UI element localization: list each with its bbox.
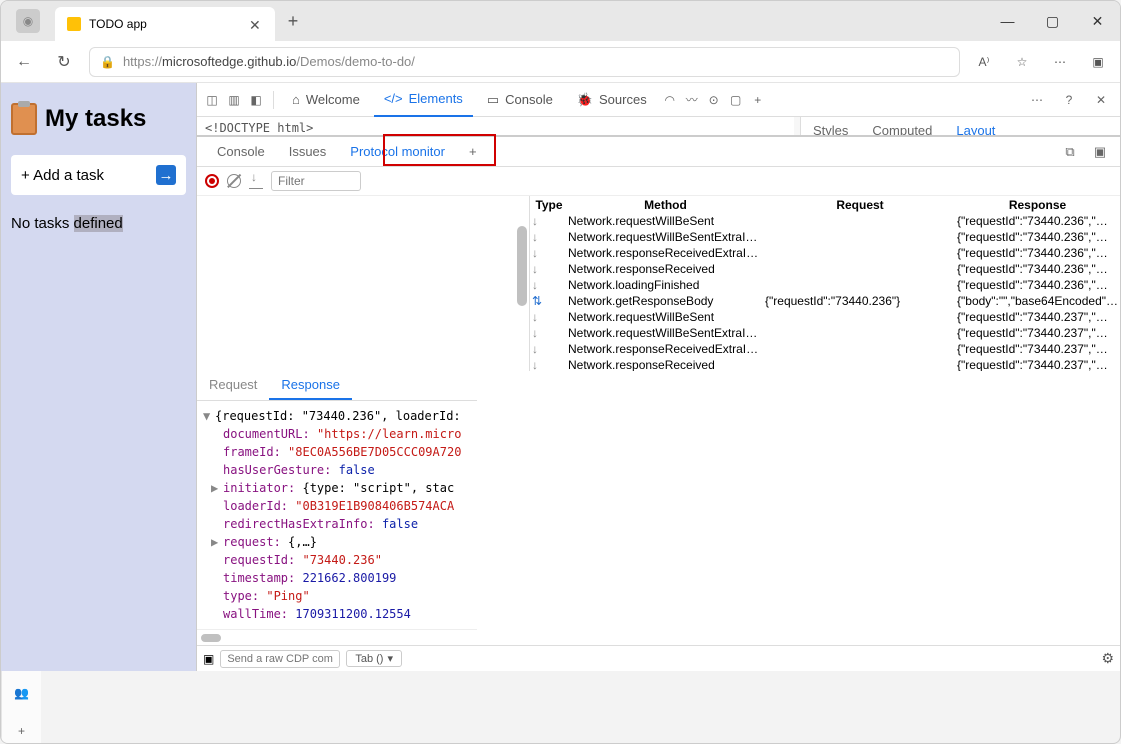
perf-icon[interactable]: 〰	[683, 91, 701, 109]
clipboard-icon	[11, 103, 37, 135]
tab-elements[interactable]: </>Elements	[374, 83, 473, 117]
maximize-button[interactable]: ▢	[1030, 1, 1075, 41]
sidebar-add-icon[interactable]: +	[10, 719, 34, 743]
elements-icon: </>	[384, 91, 403, 106]
styles-pane: Styles Computed Layout ▼ Grid Overlay di…	[800, 117, 1120, 135]
table-row[interactable]: ↓Network.responseReceivedExtraI…{"reques…	[532, 246, 1118, 260]
favicon-icon	[67, 17, 81, 31]
clear-button[interactable]	[227, 174, 241, 188]
titlebar: ◉ TODO app ✕ + — ▢ ✕	[1, 1, 1120, 41]
device-icon[interactable]: ▥	[225, 91, 243, 109]
save-button[interactable]	[249, 173, 263, 189]
teams-icon[interactable]: 👥	[10, 681, 34, 705]
rendered-page: My tasks + Add a task → No tasks defined	[1, 83, 196, 671]
sources-icon: 🐞	[577, 92, 593, 108]
browser-tab[interactable]: TODO app ✕	[55, 7, 275, 41]
favorite-icon[interactable]: ☆	[1008, 48, 1036, 76]
table-row[interactable]: ↓Network.requestWillBeSent{"requestId":"…	[532, 310, 1118, 324]
table-row[interactable]: ↓Network.loadingFinished{"requestId":"73…	[532, 278, 1118, 292]
console-icon[interactable]: ▣	[203, 652, 214, 666]
col-type[interactable]: Type	[532, 198, 566, 212]
table-row[interactable]: ↓Network.responseReceived{"requestId":"7…	[532, 358, 1118, 371]
table-row[interactable]: ↓Network.requestWillBeSentExtraI…{"reque…	[532, 230, 1118, 244]
settings-gear-icon[interactable]: ⚙	[1101, 650, 1114, 667]
new-tab-button[interactable]: +	[279, 7, 307, 35]
sidebar-toggle-icon[interactable]: ▣	[1084, 48, 1112, 76]
record-button[interactable]	[205, 174, 219, 188]
table-row[interactable]: ⇅Network.getResponseBody{"requestId":"73…	[532, 294, 1118, 308]
tab-console[interactable]: ▭Console	[477, 83, 563, 117]
drawer-dock-icon[interactable]: ▣	[1088, 141, 1112, 163]
menu-icon[interactable]: ⋯	[1046, 48, 1074, 76]
tab-title: TODO app	[89, 17, 147, 31]
filter-input[interactable]	[271, 171, 361, 191]
close-window-button[interactable]: ✕	[1075, 1, 1120, 41]
tab-close-icon[interactable]: ✕	[249, 17, 263, 31]
horizontal-scrollbar[interactable]	[201, 634, 221, 642]
inspect-icon[interactable]: ◫	[203, 91, 221, 109]
help-icon[interactable]: ?	[1056, 87, 1082, 113]
drawer-tab-console[interactable]: Console	[205, 137, 277, 167]
drawer-popout-icon[interactable]: ⧉	[1058, 141, 1082, 163]
detail-tab-response[interactable]: Response	[269, 371, 352, 400]
table-row[interactable]: ↓Network.requestWillBeSentExtraI…{"reque…	[532, 326, 1118, 340]
col-method[interactable]: Method	[568, 198, 763, 212]
app-icon[interactable]: ▢	[727, 91, 745, 109]
tab-welcome[interactable]: ⌂Welcome	[282, 83, 370, 117]
col-request[interactable]: Request	[765, 198, 955, 212]
console-icon: ▭	[487, 92, 499, 108]
table-row[interactable]: ↓Network.requestWillBeSent{"requestId":"…	[532, 214, 1118, 228]
drawer-statusbar: ▣ Tab ()▾ ⚙	[197, 645, 1120, 671]
profile-avatar[interactable]: ◉	[16, 9, 40, 33]
more-tabs-icon[interactable]: +	[749, 91, 767, 109]
devtools-drawer: Console Issues Protocol monitor + ⧉ ▣	[197, 135, 1120, 645]
edge-sidebar: 👥 +	[1, 671, 41, 743]
read-aloud-icon[interactable]: A⁾	[970, 48, 998, 76]
back-button[interactable]: ←	[9, 47, 39, 77]
drawer-add-tab-icon[interactable]: +	[457, 137, 489, 167]
lock-icon: 🔒	[100, 55, 115, 69]
dock-icon[interactable]: ◧	[247, 91, 265, 109]
url-field[interactable]: 🔒 https://microsoftedge.github.io/Demos/…	[89, 47, 960, 77]
no-tasks-label: No tasks defined	[11, 215, 186, 232]
detail-tab-request[interactable]: Request	[197, 371, 269, 400]
more-icon[interactable]: ⋯	[1024, 87, 1050, 113]
table-row[interactable]: ↓Network.responseReceived{"requestId":"7…	[532, 262, 1118, 276]
tab-sources[interactable]: 🐞Sources	[567, 83, 657, 117]
memory-icon[interactable]: ⊙	[705, 91, 723, 109]
dom-tree[interactable]: <!DOCTYPE html> <html lang="en"> ▶<head>…	[197, 117, 800, 135]
add-task-go-icon[interactable]: →	[156, 165, 176, 185]
cdp-target-select[interactable]: Tab ()▾	[346, 650, 402, 667]
tab-styles[interactable]: Styles	[801, 117, 860, 135]
detail-json[interactable]: ▼{requestId: "73440.236", loaderId: docu…	[197, 401, 477, 629]
wifi-icon[interactable]: ◠	[661, 91, 679, 109]
cdp-command-input[interactable]	[220, 650, 340, 668]
page-heading: My tasks	[11, 103, 186, 135]
close-devtools-icon[interactable]: ✕	[1088, 87, 1114, 113]
address-bar: ← ↻ 🔒 https://microsoftedge.github.io/De…	[1, 41, 1120, 83]
refresh-button[interactable]: ↻	[49, 47, 79, 77]
drawer-tab-issues[interactable]: Issues	[277, 137, 339, 167]
tab-computed[interactable]: Computed	[860, 117, 944, 135]
home-icon: ⌂	[292, 92, 300, 107]
protocol-table[interactable]	[197, 196, 530, 371]
minimize-button[interactable]: —	[985, 1, 1030, 41]
url-text: https://microsoftedge.github.io/Demos/de…	[123, 54, 949, 69]
protocol-toolbar	[197, 167, 1120, 196]
protocol-detail-pane: Request Response ▼{requestId: "73440.236…	[197, 371, 477, 645]
devtools-main-tabs: ◫ ▥ ◧ ⌂Welcome </>Elements ▭Console 🐞Sou…	[197, 83, 1120, 117]
drawer-tab-protocol-monitor[interactable]: Protocol monitor	[338, 137, 457, 167]
table-row[interactable]: ↓Network.responseReceivedExtraI…{"reques…	[532, 342, 1118, 356]
add-task-button[interactable]: + Add a task →	[11, 155, 186, 195]
tab-layout[interactable]: Layout	[944, 117, 1007, 135]
elements-panel: <!DOCTYPE html> <html lang="en"> ▶<head>…	[197, 117, 800, 135]
col-response[interactable]: Response	[957, 198, 1118, 212]
